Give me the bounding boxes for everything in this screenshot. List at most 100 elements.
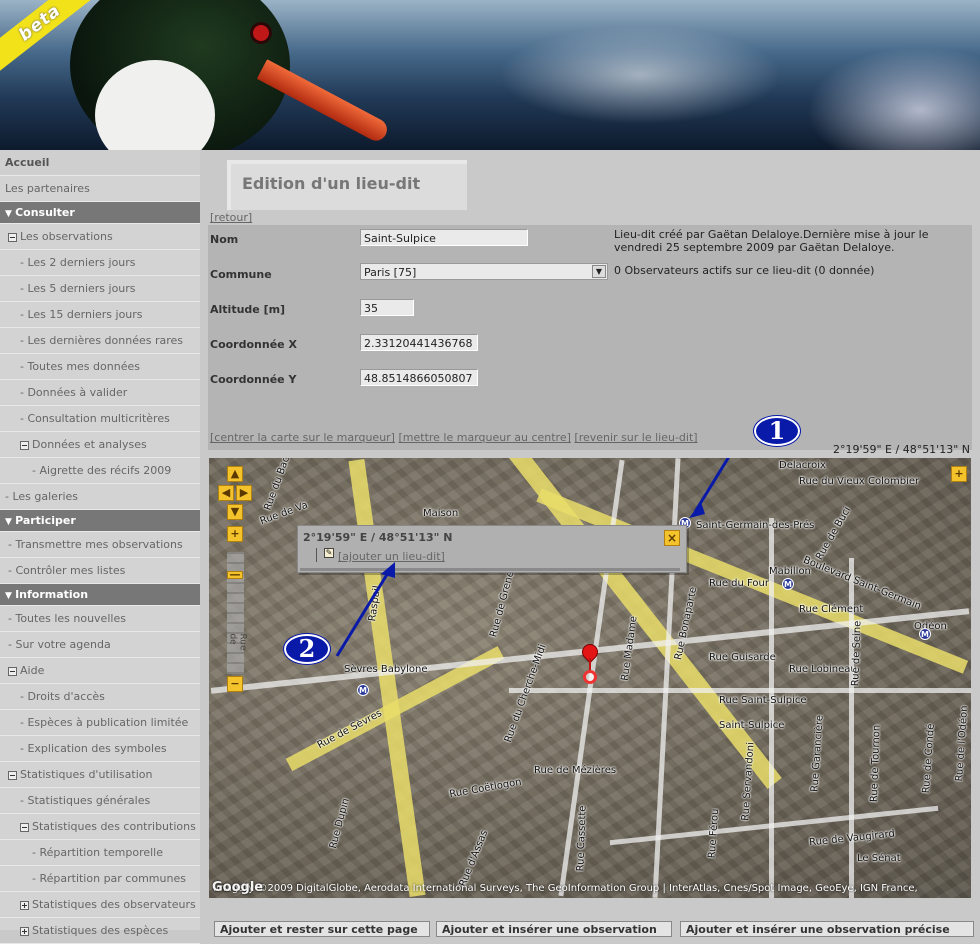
sidebar-item[interactable]: - Sur votre agenda <box>0 632 200 658</box>
collapse-icon[interactable] <box>20 440 29 450</box>
zoom-in-icon[interactable]: + <box>227 526 243 542</box>
sidebar-item[interactable]: - Consultation multicritères <box>0 406 200 432</box>
expand-map-icon[interactable]: + <box>951 466 967 482</box>
commune-label: Commune <box>210 268 272 281</box>
sidebar-item[interactable]: - Les 15 derniers jours <box>0 302 200 328</box>
center-map-link[interactable]: [centrer la carte sur le marqueur] <box>210 431 395 444</box>
sidebar-item[interactable]: - Répartition temporelle <box>0 840 200 866</box>
sidebar-item[interactable]: Données et analyses <box>0 432 200 458</box>
nom-field[interactable]: Saint-Sulpice <box>360 229 528 246</box>
street-label: Rue Coëtlogon <box>448 776 523 801</box>
sidebar-item[interactable]: - Contrôler mes listes <box>0 558 200 584</box>
sidebar-item[interactable]: - Toutes mes données <box>0 354 200 380</box>
popup-coordinates: 2°19'59" E / 48°51'13" N <box>303 531 453 544</box>
sidebar-item[interactable]: - Statistiques générales <box>0 788 200 814</box>
zoom-slider-handle[interactable]: — <box>227 569 243 580</box>
pan-up-icon[interactable]: ▲ <box>227 466 243 482</box>
page-title: Edition d'un lieu-dit <box>242 174 421 193</box>
banner-bird-eye <box>250 22 272 44</box>
street-label: Rue Lobineau <box>789 664 857 675</box>
sidebar-item-label: Participer <box>15 514 76 527</box>
street-label: Rue d'Assas <box>457 828 491 889</box>
sidebar-item[interactable]: Statistiques des contributions <box>0 814 200 840</box>
sidebar-item-label: - Répartition temporelle <box>32 846 164 859</box>
add-and-stay-button[interactable]: Ajouter et rester sur cette page <box>214 921 430 937</box>
sidebar-item-label: - Toutes les nouvelles <box>8 612 126 625</box>
sidebar-item-label: Données et analyses <box>32 438 147 451</box>
metro-icon: M <box>782 578 794 590</box>
sidebar-item[interactable]: Aide <box>0 658 200 684</box>
sidebar-item-label: Les observations <box>20 230 113 243</box>
collapse-icon[interactable] <box>8 666 17 676</box>
street-label: Rue Férou <box>706 808 722 859</box>
sidebar-item[interactable]: Les observations <box>0 224 200 250</box>
sidebar-section-header[interactable]: ▼ Participer <box>0 510 200 532</box>
pan-down-icon[interactable]: ▼ <box>227 504 243 520</box>
coord-x-field[interactable]: 2.33120441436768 <box>360 334 478 351</box>
lieu-dit-form: Nom Saint-Sulpice Commune Paris [75] ▼ A… <box>208 225 972 450</box>
retour-link[interactable]: [retour] <box>210 211 252 224</box>
coord-y-field[interactable]: 48.8514866050807 <box>360 369 478 386</box>
observers-info: 0 Observateurs actifs sur ce lieu-dit (0… <box>614 264 875 277</box>
sidebar-item[interactable]: - Droits d'accès <box>0 684 200 710</box>
sidebar-item[interactable]: - Aigrette des récifs 2009 <box>0 458 200 484</box>
sidebar-item[interactable]: - Les dernières données rares <box>0 328 200 354</box>
sidebar-item[interactable]: Accueil <box>0 150 200 176</box>
sidebar-item[interactable]: - Explication des symboles <box>0 736 200 762</box>
sidebar-section-header[interactable]: ▼ Information <box>0 584 200 606</box>
sidebar-item[interactable]: - Transmettre mes observations <box>0 532 200 558</box>
sidebar-item[interactable]: - Répartition par communes <box>0 866 200 892</box>
sidebar-item-label: - Transmettre mes observations <box>8 538 183 551</box>
street-label: Le Sénat <box>857 853 901 864</box>
sidebar-item[interactable]: Statistiques des espèces <box>0 918 200 944</box>
map-links: [centrer la carte sur le marqueur] [mett… <box>210 431 698 444</box>
collapse-icon[interactable] <box>8 232 17 242</box>
expand-icon[interactable] <box>20 900 29 910</box>
sidebar-item[interactable]: - Toutes les nouvelles <box>0 606 200 632</box>
sidebar-item-label: - Les 5 derniers jours <box>20 282 136 295</box>
sidebar-item[interactable]: - Les galeries <box>0 484 200 510</box>
sidebar-item[interactable]: - Données à valider <box>0 380 200 406</box>
commune-select[interactable]: Paris [75] ▼ <box>360 263 608 280</box>
sidebar-section-header[interactable]: ▼ Consulter <box>0 202 200 224</box>
pan-right-icon[interactable]: ▶ <box>236 485 252 501</box>
sidebar-item[interactable]: - Espèces à publication limitée <box>0 710 200 736</box>
map-info-window: 2°19'59" E / 48°51'13" N × ✎ [ajouter un… <box>297 525 687 573</box>
street-label: Rue Saint-Sulpice <box>719 695 807 706</box>
collapse-triangle-icon[interactable]: ▼ <box>5 591 15 601</box>
close-icon[interactable]: × <box>664 530 680 546</box>
header-banner: beta <box>0 0 980 150</box>
collapse-icon[interactable] <box>8 770 17 780</box>
marker-center-link[interactable]: [mettre le marqueur au centre] <box>398 431 570 444</box>
sidebar-item-label: Statistiques des observateurs <box>32 898 196 911</box>
expand-icon[interactable] <box>20 926 29 936</box>
zoom-out-icon[interactable]: − <box>227 676 243 692</box>
street-label: Rue du Four <box>709 578 769 589</box>
collapse-triangle-icon[interactable]: ▼ <box>5 517 15 527</box>
sidebar-item[interactable]: Statistiques des observateurs <box>0 892 200 918</box>
annotation-marker-2: 2 <box>284 634 330 664</box>
street-label: Rue Cassette <box>575 805 589 872</box>
sidebar-item[interactable]: Les partenaires <box>0 176 200 202</box>
add-and-insert-observation-button[interactable]: Ajouter et insérer une observation <box>436 921 672 937</box>
altitude-field[interactable]: 35 <box>360 299 414 316</box>
back-lieu-link[interactable]: [revenir sur le lieu-dit] <box>574 431 697 444</box>
street-label: Rue de l'Odéon <box>953 705 971 782</box>
collapse-triangle-icon[interactable]: ▼ <box>5 209 15 219</box>
sidebar-item[interactable]: - Les 2 derniers jours <box>0 250 200 276</box>
add-lieu-dit-link[interactable]: [ajouter un lieu-dit] <box>338 550 445 563</box>
edit-icon: ✎ <box>324 548 334 558</box>
chevron-down-icon[interactable]: ▼ <box>592 265 606 278</box>
annotation-marker-1: 1 <box>754 416 800 446</box>
sidebar-item-label: - Répartition par communes <box>32 872 186 885</box>
street-label: Mabillon <box>769 566 811 577</box>
sidebar-nav: Accueil Les partenaires ▼ Consulter Les obs… <box>0 150 200 944</box>
collapse-icon[interactable] <box>20 822 29 832</box>
satellite-map[interactable]: ▲ ◀ ▶ ▼ + Rue de — − + Boulevard Saint-G… <box>209 458 971 898</box>
add-and-insert-precise-observation-button[interactable]: Ajouter et insérer une observation préci… <box>680 921 974 937</box>
sidebar-item[interactable]: - Les 5 derniers jours <box>0 276 200 302</box>
pan-left-icon[interactable]: ◀ <box>218 485 234 501</box>
street-label: Rue de Condé <box>920 723 937 794</box>
sidebar-item[interactable]: Statistiques d'utilisation <box>0 762 200 788</box>
sidebar-item-label: - Sur votre agenda <box>8 638 111 651</box>
